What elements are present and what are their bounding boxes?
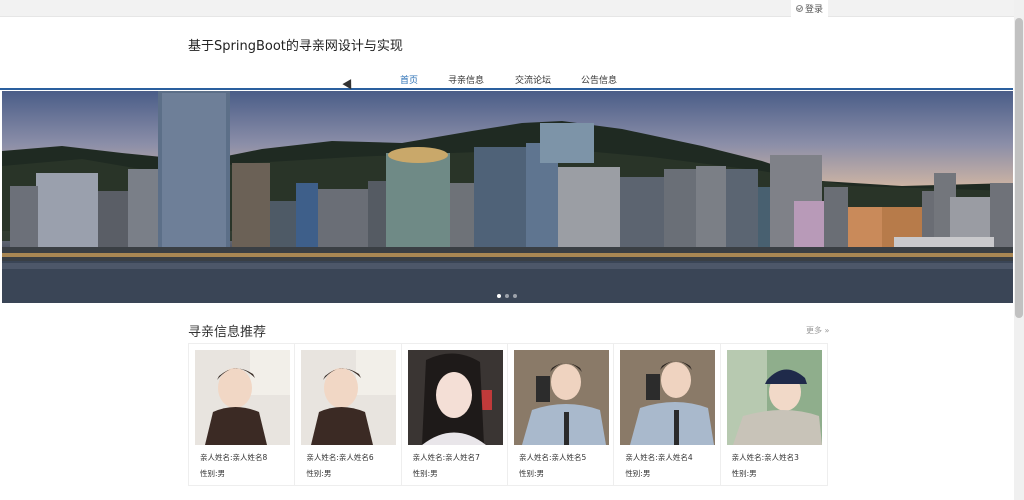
login-label: 登录 — [804, 4, 823, 14]
person-photo[interactable] — [726, 350, 822, 445]
person-name: 亲人姓名:亲人姓名8 — [200, 453, 268, 462]
scrollbar[interactable] — [1014, 0, 1024, 500]
person-card[interactable]: 亲人姓名:亲人姓名4 性别:男 — [614, 344, 721, 485]
more-label: 更多 — [806, 326, 822, 335]
person-name: 亲人姓名:亲人姓名4 — [625, 453, 693, 462]
login-link[interactable]: 登录 — [791, 0, 828, 17]
nav-item-home[interactable]: 首页 — [400, 73, 418, 86]
nav-item-forum[interactable]: 交流论坛 — [515, 73, 551, 86]
person-card[interactable]: 亲人姓名:亲人姓名6 性别:男 — [295, 344, 402, 485]
person-gender: 性别:男 — [200, 469, 226, 478]
more-link[interactable]: 更多 » — [806, 325, 829, 336]
person-card[interactable]: 亲人姓名:亲人姓名8 性别:男 — [189, 344, 296, 485]
person-gender: 性别:男 — [731, 469, 757, 478]
city-skyline-image — [2, 91, 1013, 303]
carousel-dot[interactable] — [497, 294, 501, 298]
banner-carousel[interactable] — [2, 91, 1013, 303]
person-gender: 性别:男 — [625, 469, 651, 478]
person-card[interactable]: 亲人姓名:亲人姓名5 性别:男 — [508, 344, 615, 485]
nav-item-family-search[interactable]: 寻亲信息 — [448, 73, 484, 86]
nav-item-announcements[interactable]: 公告信息 — [581, 73, 617, 86]
person-name: 亲人姓名:亲人姓名7 — [412, 453, 480, 462]
person-card[interactable]: 亲人姓名:亲人姓名7 性别:男 — [402, 344, 508, 485]
person-name: 亲人姓名:亲人姓名6 — [306, 453, 374, 462]
site-title: 基于SpringBoot的寻亲网设计与实现 — [188, 39, 403, 54]
person-photo[interactable] — [407, 350, 503, 445]
person-card[interactable]: 亲人姓名:亲人姓名3 性别:男 — [721, 344, 827, 485]
person-name: 亲人姓名:亲人姓名5 — [518, 453, 587, 462]
person-gender: 性别:男 — [518, 469, 545, 478]
carousel-indicators — [497, 294, 517, 298]
scrollbar-thumb[interactable] — [1015, 18, 1023, 318]
top-bar: 登录 — [0, 0, 1024, 17]
recommendation-list: 亲人姓名:亲人姓名8 性别:男 亲人姓名:亲人姓名6 性别:男 亲人姓名:亲人姓… — [188, 343, 828, 486]
person-photo[interactable] — [301, 350, 397, 445]
person-gender: 性别:男 — [306, 469, 332, 478]
person-photo[interactable] — [513, 350, 609, 445]
person-name: 亲人姓名:亲人姓名3 — [731, 453, 799, 462]
check-circle-icon — [795, 5, 803, 12]
person-photo[interactable] — [195, 350, 290, 445]
person-gender: 性别:男 — [412, 469, 438, 478]
section-title: 寻亲信息推荐 — [188, 325, 267, 340]
person-photo[interactable] — [620, 350, 716, 445]
main-nav: 首页 寻亲信息 交流论坛 公告信息 — [0, 66, 1013, 90]
carousel-dot[interactable] — [513, 294, 517, 298]
carousel-dot[interactable] — [505, 294, 509, 298]
